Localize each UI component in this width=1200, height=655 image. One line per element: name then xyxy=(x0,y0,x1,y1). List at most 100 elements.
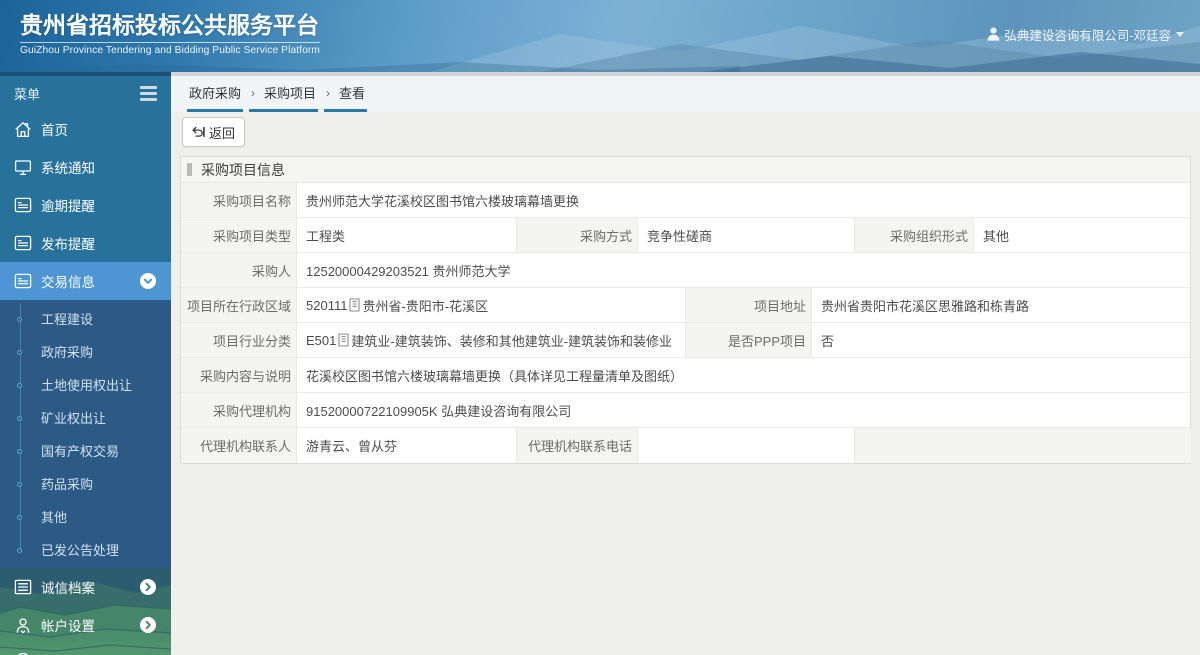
hamburger-icon[interactable] xyxy=(140,83,157,104)
field-label: 代理机构联系电话 xyxy=(517,428,638,463)
chevron-right-circle-icon xyxy=(140,617,156,636)
submenu-item-state-property[interactable]: 国有产权交易 xyxy=(0,435,171,468)
sidebar-item-label: 发布提醒 xyxy=(41,237,95,252)
field-value: 花溪校区图书馆六楼玻璃幕墙更换（具体详见工程量清单及图纸） xyxy=(297,358,1190,392)
sidebar-item-label: 诚信档案 xyxy=(41,581,95,596)
page-header: 贵州省招标投标公共服务平台 GuiZhou Province Tendering… xyxy=(0,0,1200,72)
sidebar-item-credit-archive[interactable]: 诚信档案 xyxy=(0,568,171,606)
sidebar-item-label: 首页 xyxy=(41,123,68,138)
table-row: 采购内容与说明 花溪校区图书馆六楼玻璃幕墙更换（具体详见工程量清单及图纸） xyxy=(181,358,1190,393)
field-value: 520111 贵州省-贵阳市-花溪区 xyxy=(297,288,686,322)
sidebar-item-publish-reminder[interactable]: 发布提醒 xyxy=(0,224,171,262)
submenu-item-gov-procurement[interactable]: 政府采购 xyxy=(0,336,171,369)
back-icon xyxy=(192,126,205,137)
chevron-right-circle-icon xyxy=(140,579,156,598)
breadcrumb-separator: › xyxy=(326,85,331,100)
bullet-icon xyxy=(17,415,22,421)
user-icon xyxy=(987,27,1000,41)
field-label: 代理机构联系人 xyxy=(181,428,297,463)
submenu-item-drug-procurement[interactable]: 药品采购 xyxy=(0,468,171,501)
breadcrumb-item-procurement-project[interactable]: › 采购项目 xyxy=(249,78,319,112)
breadcrumb: 政府采购 › 采购项目 › 查看 xyxy=(171,76,1200,112)
project-info-panel: 采购项目信息 采购项目名称 贵州师范大学花溪校区图书馆六楼玻璃幕墙更换 采购项目… xyxy=(180,156,1191,464)
chevron-down-icon xyxy=(1176,31,1184,37)
main-content: 政府采购 › 采购项目 › 查看 返回 采购项目信息 采购项目名称 贵州师范大学… xyxy=(171,76,1200,655)
industry-text: 建筑业-建筑装饰、装修和其他建筑业-建筑装饰和装修业 xyxy=(351,333,673,349)
field-label: 采购方式 xyxy=(517,218,638,252)
submenu-item-other[interactable]: 其他 xyxy=(0,501,171,534)
field-label: 采购组织形式 xyxy=(855,218,974,252)
field-value: 工程类 xyxy=(297,218,517,252)
field-value xyxy=(638,428,855,463)
submenu-item-label: 政府采购 xyxy=(41,345,94,360)
user-menu[interactable]: 弘典建设咨询有限公司-邓廷容 xyxy=(987,25,1184,43)
submenu-item-label: 国有产权交易 xyxy=(41,444,120,459)
section-header: 采购项目信息 xyxy=(181,157,1190,183)
table-row: 采购人 12520000429203521 贵州师范大学 xyxy=(181,253,1190,288)
sidebar-bottom: 诚信档案 帐户设置 xyxy=(0,568,171,655)
bullet-icon xyxy=(17,514,22,520)
toolbar: 返回 xyxy=(171,112,1200,152)
submenu-item-mining-rights[interactable]: 矿业权出让 xyxy=(0,402,171,435)
breadcrumb-item-gov-procurement[interactable]: 政府采购 xyxy=(187,78,244,112)
field-value: 否 xyxy=(812,323,1190,357)
field-label: 项目所在行政区域 xyxy=(181,288,297,322)
region-text: 贵州省-贵阳市-花溪区 xyxy=(362,298,489,314)
sidebar: 菜单 首页 系统通知 逾期提醒 发布提醒 交易信息 工程建设 政府采购 土地使用… xyxy=(0,76,171,655)
folder-icon xyxy=(14,234,32,252)
field-value: 91520000722109905K 弘典建设咨询有限公司 xyxy=(297,393,1190,427)
monitor-icon xyxy=(14,158,32,176)
table-row: 采购项目名称 贵州师范大学花溪校区图书馆六楼玻璃幕墙更换 xyxy=(181,183,1190,218)
breadcrumb-label: 采购项目 xyxy=(264,86,317,101)
chevron-down-circle-icon xyxy=(140,273,156,292)
section-marker xyxy=(187,163,192,176)
breadcrumb-separator: › xyxy=(251,85,256,100)
folder-icon xyxy=(14,272,32,290)
sidebar-item-partial[interactable] xyxy=(0,644,171,655)
submenu-item-label: 土地使用权出让 xyxy=(41,378,133,393)
brand: 贵州省招标投标公共服务平台 GuiZhou Province Tendering… xyxy=(20,11,320,56)
field-label: 采购内容与说明 xyxy=(181,358,297,392)
sidebar-item-home[interactable]: 首页 xyxy=(0,110,171,148)
sidebar-menu-header: 菜单 xyxy=(0,76,171,110)
field-value: 竞争性磋商 xyxy=(638,218,855,252)
bullet-icon xyxy=(17,316,22,322)
submenu-item-published-notices[interactable]: 已发公告处理 xyxy=(0,534,171,567)
submenu-item-label: 矿业权出让 xyxy=(41,411,107,426)
table-row: 项目所在行政区域 520111 贵州省-贵阳市-花溪区 项目地址 贵州省贵阳市花… xyxy=(181,288,1190,323)
industry-code: E501 xyxy=(306,332,337,348)
table-row: 采购项目类型 工程类 采购方式 竞争性磋商 采购组织形式 其他 xyxy=(181,218,1190,253)
sidebar-item-transaction-info[interactable]: 交易信息 xyxy=(0,262,171,300)
dictionary-icon xyxy=(338,333,349,347)
field-value: 游青云、曾从芬 xyxy=(297,428,517,463)
field-value: 贵州省贵阳市花溪区思雅路和栋青路 xyxy=(812,288,1190,322)
partial-icon xyxy=(14,651,32,655)
table-filler-cell xyxy=(855,428,1191,463)
back-button[interactable]: 返回 xyxy=(182,117,246,147)
sidebar-item-label: 系统通知 xyxy=(41,161,95,176)
back-button-label: 返回 xyxy=(209,125,236,141)
folder-icon xyxy=(14,196,32,214)
field-label: 采购代理机构 xyxy=(181,393,297,427)
submenu-item-label: 其他 xyxy=(41,510,68,525)
archive-icon xyxy=(14,578,32,596)
submenu-item-engineering[interactable]: 工程建设 xyxy=(0,303,171,336)
site-title: 贵州省招标投标公共服务平台 xyxy=(20,12,319,38)
breadcrumb-label: 查看 xyxy=(339,86,366,101)
submenu-item-label: 药品采购 xyxy=(41,477,94,492)
sidebar-item-overdue-reminder[interactable]: 逾期提醒 xyxy=(0,186,171,224)
home-icon xyxy=(14,120,32,138)
field-label: 采购项目名称 xyxy=(181,183,297,217)
table-row: 采购代理机构 91520000722109905K 弘典建设咨询有限公司 xyxy=(181,393,1190,428)
field-label: 是否PPP项目 xyxy=(686,323,812,357)
title-divider xyxy=(20,42,320,43)
field-label: 采购人 xyxy=(181,253,297,287)
breadcrumb-item-view[interactable]: › 查看 xyxy=(324,78,368,112)
field-value: E501 建筑业-建筑装饰、装修和其他建筑业-建筑装饰和装修业 xyxy=(297,323,686,357)
sidebar-item-label: 交易信息 xyxy=(41,275,95,290)
region-code: 520111 xyxy=(306,297,348,313)
submenu-item-land-use[interactable]: 土地使用权出让 xyxy=(0,369,171,402)
sidebar-item-account-settings[interactable]: 帐户设置 xyxy=(0,606,171,644)
sidebar-item-notifications[interactable]: 系统通知 xyxy=(0,148,171,186)
field-value: 12520000429203521 贵州师范大学 xyxy=(297,253,1190,287)
